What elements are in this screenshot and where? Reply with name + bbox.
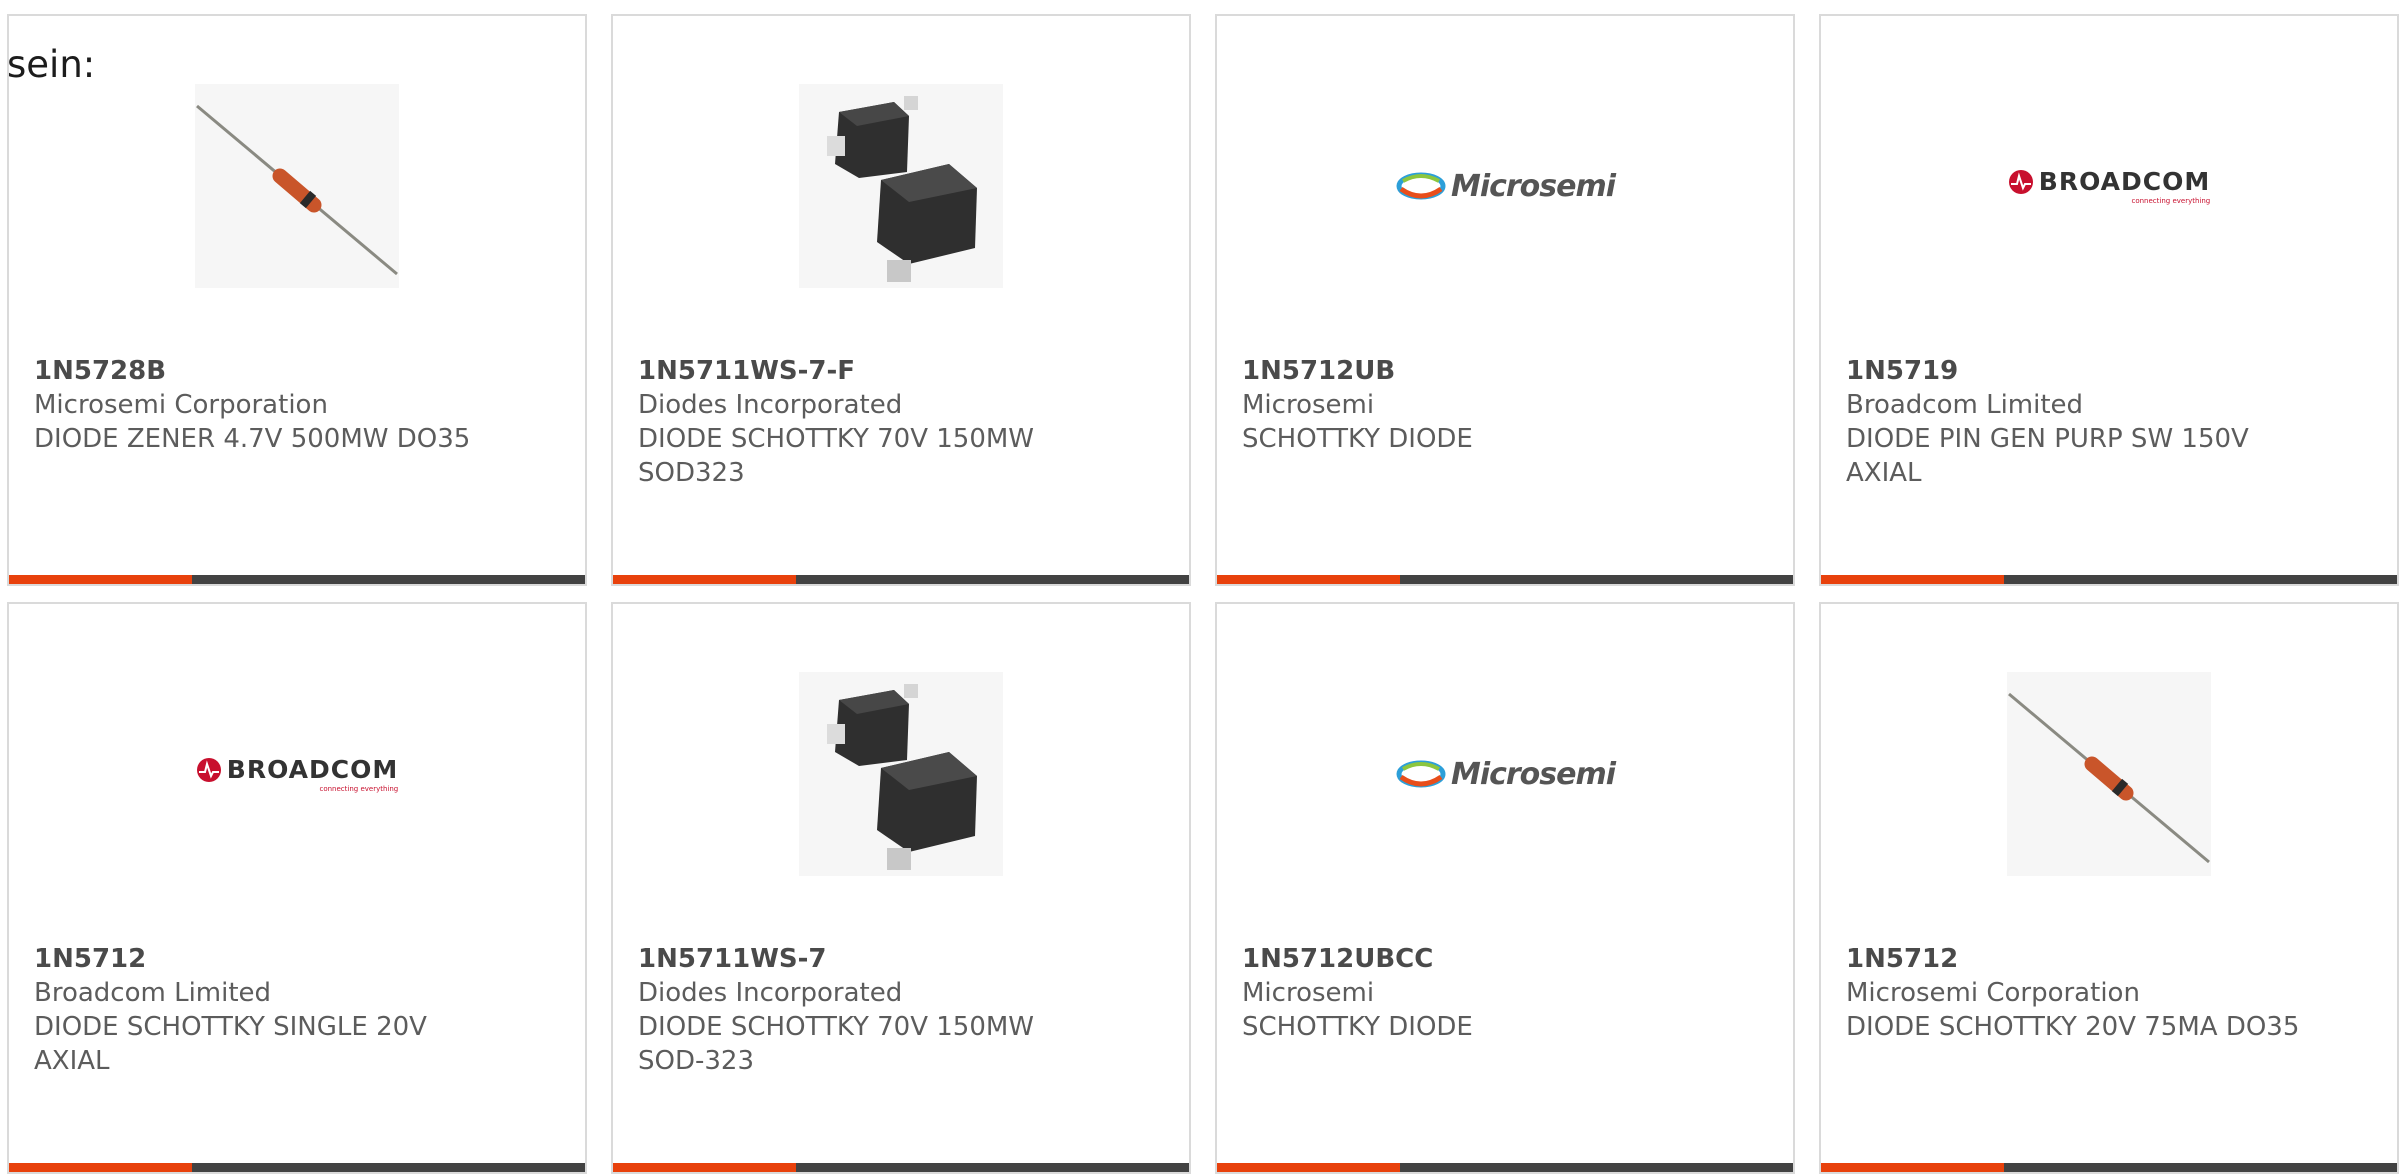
product-card[interactable]: Microsemi 1N5712UBCC Microsemi SCHOTTKY … bbox=[1215, 602, 1795, 1174]
broadcom-tagline: connecting everything bbox=[319, 785, 399, 793]
card-bar-accent bbox=[1217, 575, 1400, 584]
card-bar-accent bbox=[613, 1163, 796, 1172]
description: DIODE PIN GEN PURP SW 150V AXIAL bbox=[1846, 424, 2249, 488]
manufacturer: Broadcom Limited bbox=[1846, 390, 2084, 420]
product-image[interactable]: Microsemi bbox=[1396, 672, 1616, 876]
card-bar-accent bbox=[613, 575, 796, 584]
manufacturer: Microsemi Corporation bbox=[1846, 978, 2140, 1008]
product-image[interactable] bbox=[799, 672, 1003, 876]
card-bar-accent bbox=[9, 1163, 192, 1172]
product-card[interactable]: 1N5711WS-7-F Diodes Incorporated DIODE S… bbox=[611, 14, 1191, 586]
card-bar bbox=[613, 575, 1189, 584]
description: SCHOTTKY DIODE bbox=[1242, 424, 1473, 454]
axial-diode-icon bbox=[196, 104, 398, 276]
microsemi-swirl-icon bbox=[1396, 172, 1446, 200]
card-bar bbox=[1821, 575, 2397, 584]
product-image[interactable] bbox=[2007, 672, 2211, 876]
microsemi-logo-text: Microsemi bbox=[1450, 756, 1616, 792]
broadcom-pulse-icon bbox=[196, 757, 221, 782]
axial-diode-icon bbox=[2008, 692, 2210, 864]
microsemi-logo: Microsemi bbox=[1395, 756, 1616, 792]
microsemi-swirl-icon bbox=[1396, 760, 1446, 788]
part-number[interactable]: 1N5728B bbox=[34, 354, 504, 388]
description: DIODE SCHOTTKY 70V 150MW SOD323 bbox=[638, 424, 1035, 488]
description: DIODE SCHOTTKY 20V 75MA DO35 bbox=[1846, 1012, 2300, 1042]
broadcom-pulse-icon bbox=[2008, 169, 2033, 194]
card-bar bbox=[9, 1163, 585, 1172]
broadcom-logo-text: BROADCOM bbox=[226, 755, 399, 784]
product-card[interactable]: Microsemi 1N5712UB Microsemi SCHOTTKY DI… bbox=[1215, 14, 1795, 586]
broadcom-logo-text: BROADCOM bbox=[2038, 167, 2211, 196]
product-image[interactable]: BROADCOM connecting everything bbox=[2007, 84, 2211, 288]
intro-text: sein: bbox=[7, 43, 96, 86]
card-bar bbox=[9, 575, 585, 584]
manufacturer: Diodes Incorporated bbox=[638, 978, 903, 1008]
microsemi-logo: Microsemi bbox=[1395, 168, 1616, 204]
product-card[interactable]: BROADCOM connecting everything 1N5719 Br… bbox=[1819, 14, 2399, 586]
description: SCHOTTKY DIODE bbox=[1242, 1012, 1473, 1042]
part-number[interactable]: 1N5712UB bbox=[1242, 354, 1712, 388]
broadcom-logo: BROADCOM connecting everything bbox=[2008, 167, 2210, 205]
description: DIODE ZENER 4.7V 500MW DO35 bbox=[34, 424, 471, 454]
description: DIODE SCHOTTKY 70V 150MW SOD-323 bbox=[638, 1012, 1035, 1076]
product-grid: 1N5728B Microsemi Corporation DIODE ZENE… bbox=[7, 14, 2399, 1174]
card-bar-accent bbox=[9, 575, 192, 584]
card-bar-accent bbox=[1821, 575, 2004, 584]
product-card[interactable]: 1N5712 Microsemi Corporation DIODE SCHOT… bbox=[1819, 602, 2399, 1174]
card-bar bbox=[1217, 575, 1793, 584]
part-number[interactable]: 1N5712UBCC bbox=[1242, 942, 1712, 976]
card-bar-accent bbox=[1821, 1163, 2004, 1172]
sod323-package-icon bbox=[827, 684, 977, 870]
microsemi-logo-text: Microsemi bbox=[1450, 168, 1616, 204]
card-bar-accent bbox=[1217, 1163, 1400, 1172]
product-image[interactable] bbox=[195, 84, 399, 288]
part-number[interactable]: 1N5719 bbox=[1846, 354, 2316, 388]
card-bar bbox=[613, 1163, 1189, 1172]
part-number[interactable]: 1N5711WS-7 bbox=[638, 942, 1108, 976]
product-card[interactable]: BROADCOM connecting everything 1N5712 Br… bbox=[7, 602, 587, 1174]
broadcom-logo: BROADCOM connecting everything bbox=[196, 755, 398, 793]
manufacturer: Microsemi Corporation bbox=[34, 390, 328, 420]
product-card[interactable]: 1N5728B Microsemi Corporation DIODE ZENE… bbox=[7, 14, 587, 586]
product-image[interactable] bbox=[799, 84, 1003, 288]
sod323-package-icon bbox=[827, 96, 977, 282]
product-card[interactable]: 1N5711WS-7 Diodes Incorporated DIODE SCH… bbox=[611, 602, 1191, 1174]
manufacturer: Broadcom Limited bbox=[34, 978, 272, 1008]
broadcom-tagline: connecting everything bbox=[2131, 197, 2211, 205]
manufacturer: Microsemi bbox=[1242, 978, 1375, 1008]
card-bar bbox=[1217, 1163, 1793, 1172]
part-number[interactable]: 1N5711WS-7-F bbox=[638, 354, 1108, 388]
product-image[interactable]: BROADCOM connecting everything bbox=[195, 672, 399, 876]
manufacturer: Diodes Incorporated bbox=[638, 390, 903, 420]
description: DIODE SCHOTTKY SINGLE 20V AXIAL bbox=[34, 1012, 427, 1076]
part-number[interactable]: 1N5712 bbox=[1846, 942, 2316, 976]
card-bar bbox=[1821, 1163, 2397, 1172]
product-image[interactable]: Microsemi bbox=[1396, 84, 1616, 288]
part-number[interactable]: 1N5712 bbox=[34, 942, 504, 976]
manufacturer: Microsemi bbox=[1242, 390, 1375, 420]
